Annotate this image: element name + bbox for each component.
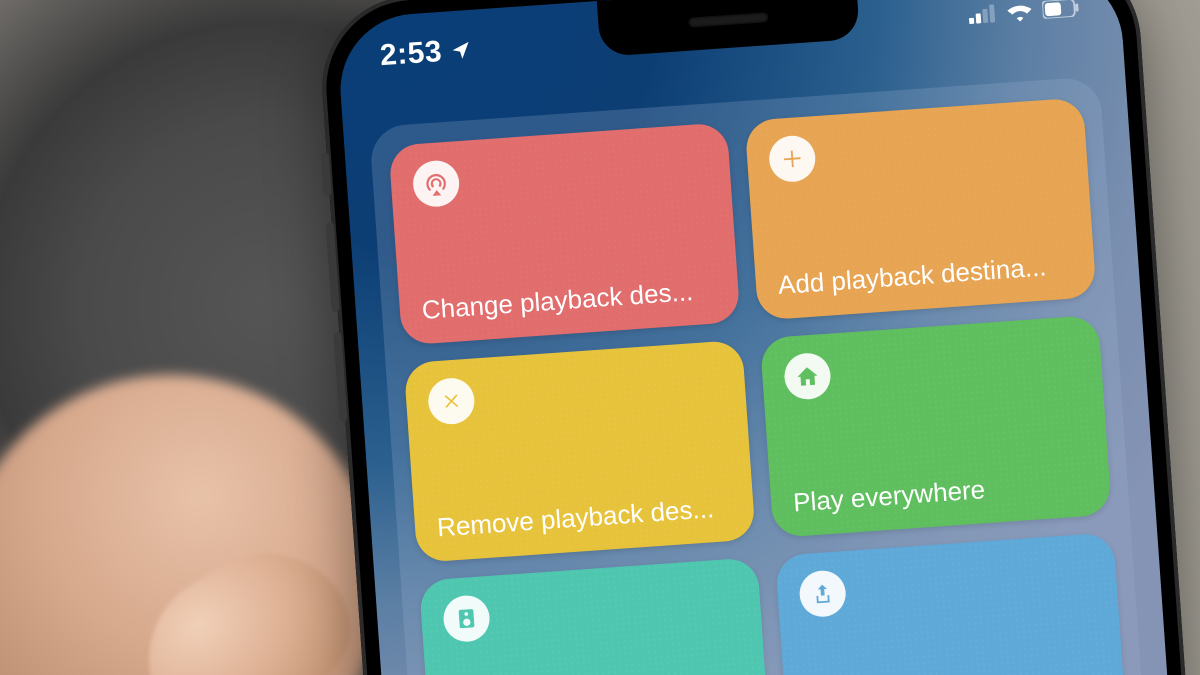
plus-icon xyxy=(768,134,817,183)
x-icon xyxy=(427,377,476,426)
iphone-body: 2:53 xyxy=(316,0,1200,675)
speaker-icon xyxy=(442,594,491,643)
shortcut-remove-playback[interactable]: Remove playback des... xyxy=(404,340,756,563)
shortcut-add-playback[interactable]: Add playback destina... xyxy=(745,97,1097,320)
shortcut-add-main-rooms[interactable]: Add main rooms xyxy=(419,557,770,675)
shortcuts-grid: Change playback des... Add playback dest… xyxy=(369,76,1159,675)
share-icon xyxy=(798,569,847,618)
volume-down-button xyxy=(333,332,347,422)
airplay-icon xyxy=(412,159,461,208)
home-icon xyxy=(783,352,832,401)
shortcut-label: Change playback des... xyxy=(421,274,717,326)
cellular-signal-icon xyxy=(968,4,997,24)
shortcut-label: Add playback destina... xyxy=(777,250,1073,302)
mute-switch xyxy=(321,152,332,196)
location-arrow-icon xyxy=(449,39,472,62)
status-time: 2:53 xyxy=(379,35,443,73)
volume-up-button xyxy=(326,222,340,312)
scene-background: 2:53 xyxy=(0,0,1200,675)
shortcut-label: Add upstairs xyxy=(806,671,1102,675)
status-left: 2:53 xyxy=(379,33,473,73)
shortcut-label: Remove playback des... xyxy=(436,492,732,544)
shortcut-change-playback[interactable]: Change playback des... xyxy=(388,122,740,345)
status-bar: 2:53 xyxy=(337,0,1122,81)
battery-icon xyxy=(1042,0,1079,19)
shortcut-play-everywhere[interactable]: Play everywhere xyxy=(760,315,1112,538)
wifi-icon xyxy=(1006,1,1033,23)
shortcut-add-upstairs[interactable]: Add upstairs xyxy=(775,532,1126,675)
phone-screen: 2:53 xyxy=(335,0,1184,675)
shortcut-label: Play everywhere xyxy=(792,467,1088,519)
status-right xyxy=(968,0,1079,25)
phone-wrapper: 2:53 xyxy=(316,0,1200,675)
